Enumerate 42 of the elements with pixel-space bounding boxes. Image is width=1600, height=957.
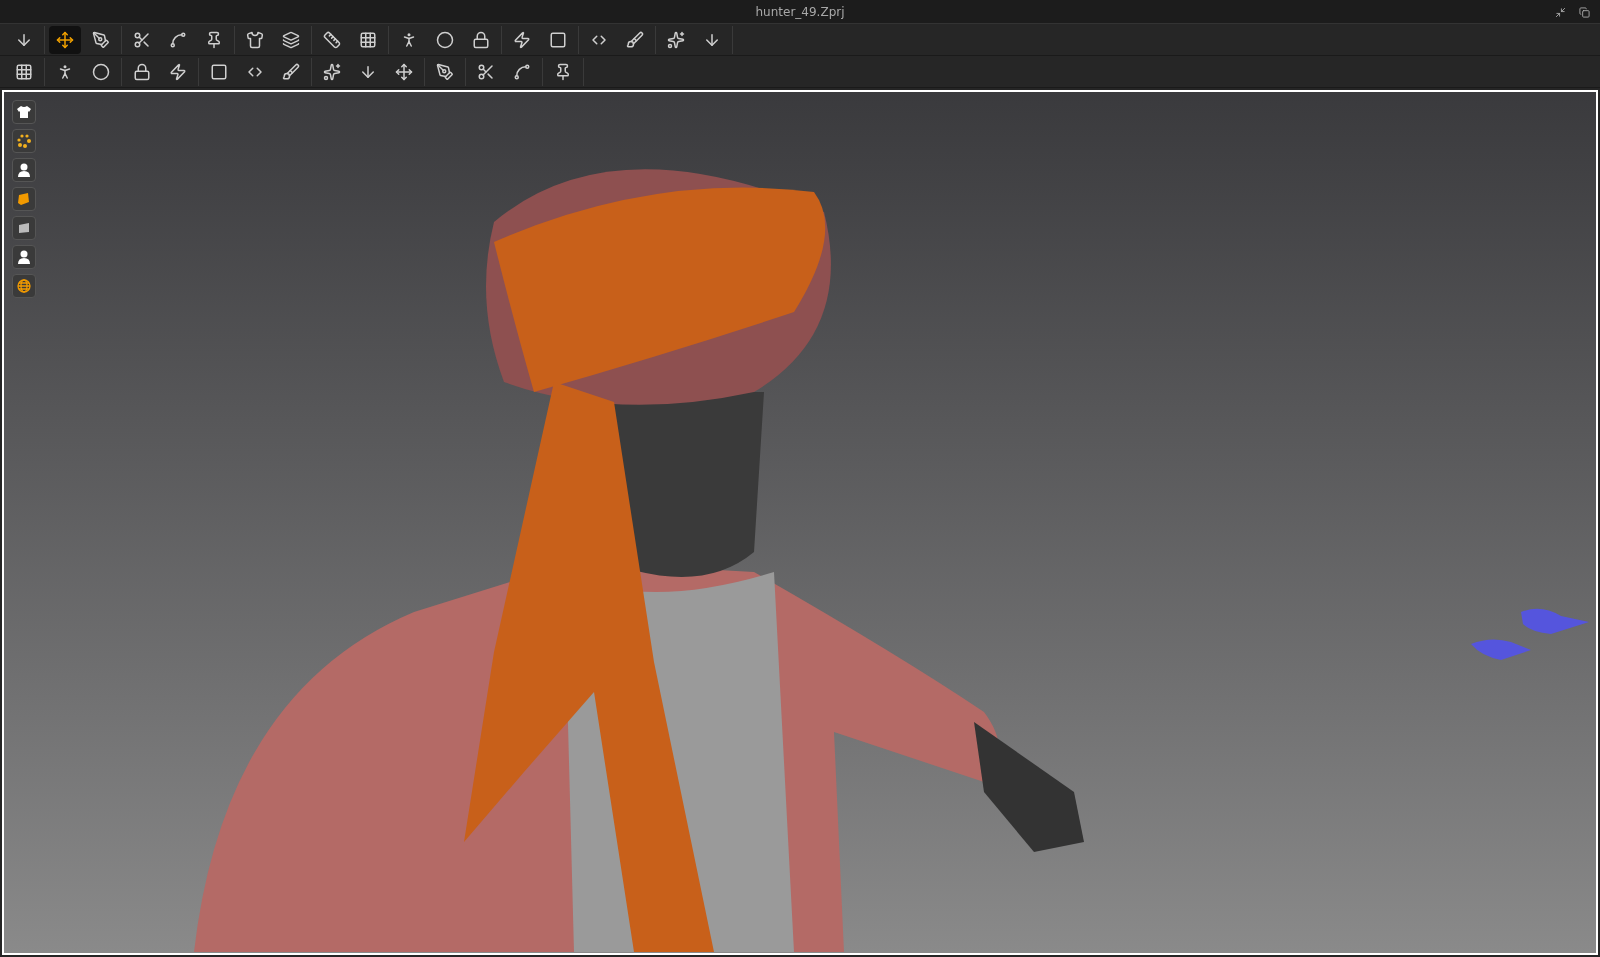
lock-icon [472, 30, 490, 49]
dots-icon [16, 133, 32, 149]
viewport-tool[interactable] [12, 187, 36, 211]
3d-viewport[interactable] [2, 90, 1598, 955]
circle-icon [436, 30, 454, 49]
sparkle-icon [667, 30, 685, 49]
restore-icon [1578, 6, 1590, 18]
layers-icon [282, 30, 300, 49]
curve-icon [169, 30, 187, 49]
lock-icon [133, 62, 151, 81]
curve-icon [513, 62, 531, 81]
viewport-tool[interactable] [12, 100, 36, 124]
pen-icon [436, 62, 454, 81]
viewport-tool[interactable] [12, 158, 36, 182]
shirt-icon [246, 30, 264, 49]
person-icon [16, 162, 32, 178]
viewport-tool[interactable] [12, 129, 36, 153]
brush-icon [282, 62, 300, 81]
circle-icon [92, 62, 110, 81]
square-icon [549, 30, 567, 49]
globe-icon [16, 278, 32, 294]
pen-icon [92, 30, 110, 49]
viewport-tool[interactable] [12, 274, 36, 298]
grid-icon [15, 62, 33, 81]
restore-button[interactable] [1576, 4, 1592, 20]
window-title: hunter_49.Zprj [755, 3, 845, 21]
brush-icon [626, 30, 644, 49]
pin-icon [554, 62, 572, 81]
viewport-tool[interactable] [12, 216, 36, 240]
viewport-tool[interactable] [12, 245, 36, 269]
scissors-icon [133, 30, 151, 49]
grid-icon [359, 30, 377, 49]
sparkle-icon [323, 62, 341, 81]
move-arrows-icon [56, 30, 74, 49]
shirt-icon [16, 104, 32, 120]
toolbar-tool[interactable] [49, 25, 81, 54]
person-icon [16, 249, 32, 265]
pin-icon [205, 30, 223, 49]
scissors-icon [477, 62, 495, 81]
move-arrows-icon [395, 62, 413, 81]
ruler-icon [323, 30, 341, 49]
square-icon [210, 62, 228, 81]
